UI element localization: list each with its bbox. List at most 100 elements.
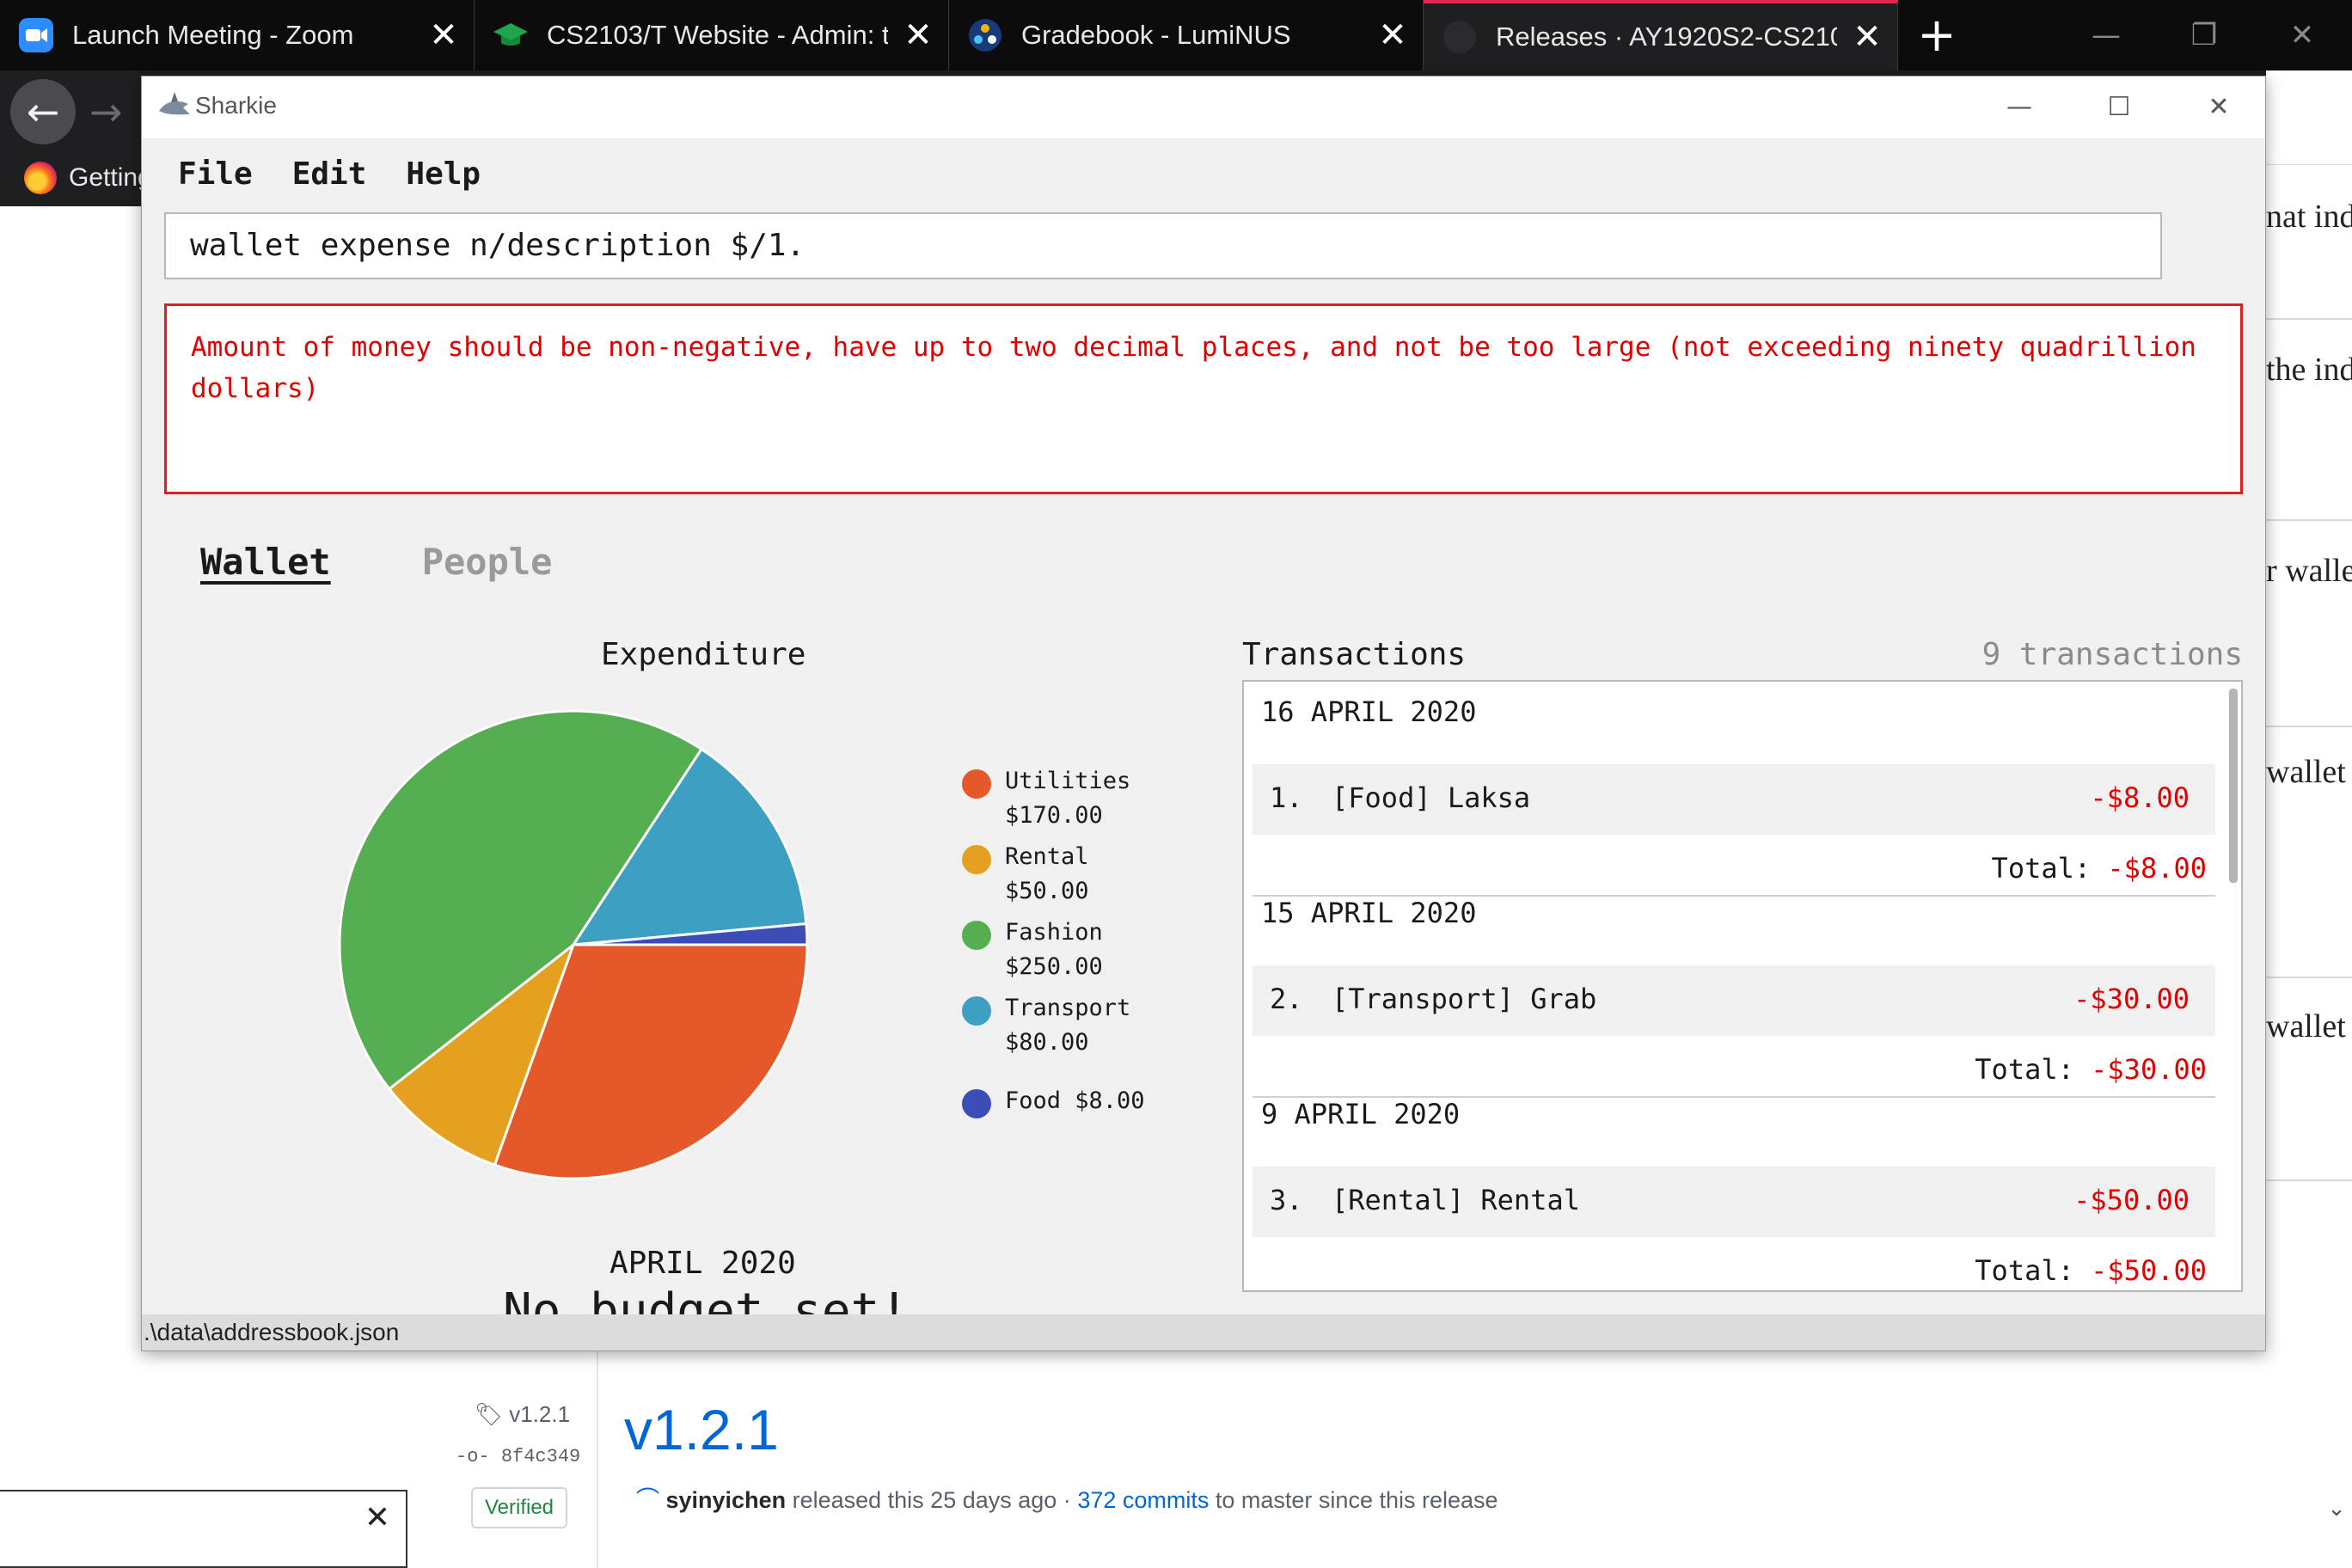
tag-icon: 🏷 [475, 1401, 504, 1427]
window-title-bar: Sharkie — ☐ ✕ [142, 77, 2265, 138]
peek-text: wallet [2266, 1008, 2346, 1044]
period-label: APRIL 2020 [609, 1246, 796, 1281]
close-tab-icon[interactable]: ✕ [888, 15, 948, 55]
transaction-amount: -$30.00 [2073, 983, 2190, 1015]
minimize-button[interactable]: — [1969, 77, 2069, 138]
legend-label: Rental $50.00 [1005, 840, 1089, 909]
close-tab-icon[interactable]: ✕ [1837, 17, 1897, 57]
peek-text: the ind [2266, 352, 2352, 388]
close-button[interactable]: ✕ [2169, 77, 2269, 138]
release-tag[interactable]: 🏷 v1.2.1 [475, 1401, 570, 1428]
transaction-row[interactable]: 1. [Food] Laksa -$8.00 [1253, 764, 2215, 835]
browser-tab-strip: Launch Meeting - Zoom ✕ CS2103/T Website… [0, 0, 2352, 70]
close-tab-icon[interactable]: ✕ [413, 15, 474, 55]
close-tab-icon[interactable]: ✕ [1363, 15, 1423, 55]
legend-value: $80.00 [1005, 1029, 1089, 1056]
total-value: -$30.00 [2091, 1053, 2207, 1086]
browser-restore-button[interactable]: ❐ [2154, 0, 2254, 70]
browser-tab-luminus[interactable]: Gradebook - LumiNUS ✕ [949, 0, 1424, 70]
back-arrow-icon[interactable]: ← [10, 79, 76, 144]
scrollbar[interactable] [2229, 689, 2238, 883]
transaction-row[interactable]: 2. [Transport] Grab -$30.00 [1253, 965, 2215, 1036]
notification-popup: ✕ [0, 1490, 407, 1568]
total-value: -$8.00 [2107, 852, 2207, 885]
shark-logo-icon [157, 89, 192, 123]
legend-value: $50.00 [1005, 878, 1089, 904]
legend-label: Fashion $250.00 [1005, 916, 1103, 984]
transaction-date: 16 APRIL 2020 [1261, 695, 1477, 728]
legend-swatch [962, 996, 991, 1026]
release-author[interactable]: syinyichen [666, 1487, 787, 1513]
peek-text: r walle [2266, 553, 2352, 589]
legend-category: Fashion [1005, 919, 1103, 946]
divider [2266, 519, 2352, 521]
legend-item-food: Food $8.00 [962, 1084, 1145, 1118]
command-input[interactable]: wallet expense n/description $/1. [164, 212, 2162, 279]
expenditure-pie-chart [338, 709, 809, 1180]
sharkie-window: Sharkie — ☐ ✕ File Edit Help wallet expe… [141, 76, 2266, 1351]
result-display: Amount of money should be non-negative, … [164, 303, 2243, 494]
transaction-description: [Transport] Grab [1332, 983, 1597, 1015]
menu-bar: File Edit Help [142, 138, 2265, 209]
legend-label: Food $8.00 [1005, 1087, 1145, 1114]
scroll-down-arrow-icon[interactable]: ⌄ [2321, 1496, 2352, 1568]
total-label: Total: [1975, 1053, 2074, 1086]
transaction-index: 1. [1270, 781, 1303, 814]
menu-file[interactable]: File [178, 156, 253, 192]
new-tab-button[interactable]: + [1908, 7, 1965, 64]
main-tabs: Wallet People [200, 541, 552, 583]
background-webpage-peek: nat inde the ind r walle wallet wallet [2266, 70, 2352, 1308]
total-value: -$50.00 [2091, 1254, 2207, 1287]
maximize-button[interactable]: ☐ [2069, 77, 2169, 138]
zoom-icon [19, 18, 53, 52]
browser-tab-cs2103[interactable]: CS2103/T Website - Admin: tP ✕ [475, 0, 949, 70]
menu-edit[interactable]: Edit [292, 156, 367, 192]
transaction-amount: -$8.00 [2090, 781, 2190, 814]
legend-value: $170.00 [1005, 802, 1103, 829]
legend-item-fashion: Fashion $250.00 [962, 916, 1103, 984]
divider [597, 1350, 598, 1568]
commits-link[interactable]: 372 commits [1077, 1487, 1209, 1513]
legend-category: Utilities [1005, 768, 1131, 794]
divider [2266, 977, 2352, 978]
tab-people[interactable]: People [422, 541, 553, 583]
close-icon[interactable]: ✕ [364, 1500, 390, 1535]
tab-title: CS2103/T Website - Admin: tP [547, 20, 888, 50]
transactions-count: 9 transactions [1981, 637, 2243, 672]
total-label: Total: [1991, 852, 2092, 885]
release-commit[interactable]: -o- 8f4c349 [456, 1446, 580, 1467]
transaction-row[interactable]: 3. [Rental] Rental -$50.00 [1253, 1167, 2215, 1237]
transaction-total: Total: -$30.00 [1975, 1053, 2207, 1086]
status-bar-file-path: .\data\addressbook.json [142, 1314, 2265, 1351]
legend-value: $250.00 [1005, 953, 1103, 980]
release-title[interactable]: v1.2.1 [624, 1397, 779, 1462]
tab-title: Launch Meeting - Zoom [72, 20, 354, 50]
transaction-index: 3. [1270, 1184, 1303, 1216]
tab-title: Releases · AY1920S2-CS2103T- [1496, 21, 1837, 52]
transaction-total: Total: -$50.00 [1975, 1254, 2207, 1287]
total-label: Total: [1975, 1254, 2074, 1287]
browser-close-button[interactable]: ✕ [2252, 0, 2352, 70]
transactions-list[interactable]: 16 APRIL 2020 1. [Food] Laksa -$8.00 Tot… [1242, 680, 2243, 1292]
legend-swatch [962, 845, 991, 874]
legend-category: Transport [1005, 995, 1131, 1021]
legend-item-rental: Rental $50.00 [962, 840, 1089, 909]
commit-hash: 8f4c349 [500, 1446, 581, 1467]
forward-arrow-icon[interactable]: → [89, 79, 141, 144]
divider [2266, 318, 2352, 320]
browser-minimize-button[interactable]: — [2056, 0, 2156, 70]
tag-label: v1.2.1 [509, 1401, 571, 1427]
legend-item-transport: Transport $80.00 [962, 991, 1130, 1060]
browser-tab-zoom[interactable]: Launch Meeting - Zoom ✕ [0, 0, 475, 70]
divider [2266, 1179, 2352, 1181]
menu-help[interactable]: Help [406, 156, 481, 192]
verified-badge[interactable]: Verified [471, 1487, 567, 1528]
transaction-index: 2. [1270, 983, 1303, 1015]
tab-wallet[interactable]: Wallet [200, 541, 331, 583]
peek-text: wallet [2266, 754, 2346, 790]
transaction-total: Total: -$8.00 [1992, 852, 2207, 885]
firefox-icon [24, 162, 57, 194]
transaction-date: 15 APRIL 2020 [1261, 897, 1477, 929]
browser-tab-releases[interactable]: Releases · AY1920S2-CS2103T- ✕ [1424, 0, 1898, 70]
window-title: Sharkie [195, 92, 277, 119]
